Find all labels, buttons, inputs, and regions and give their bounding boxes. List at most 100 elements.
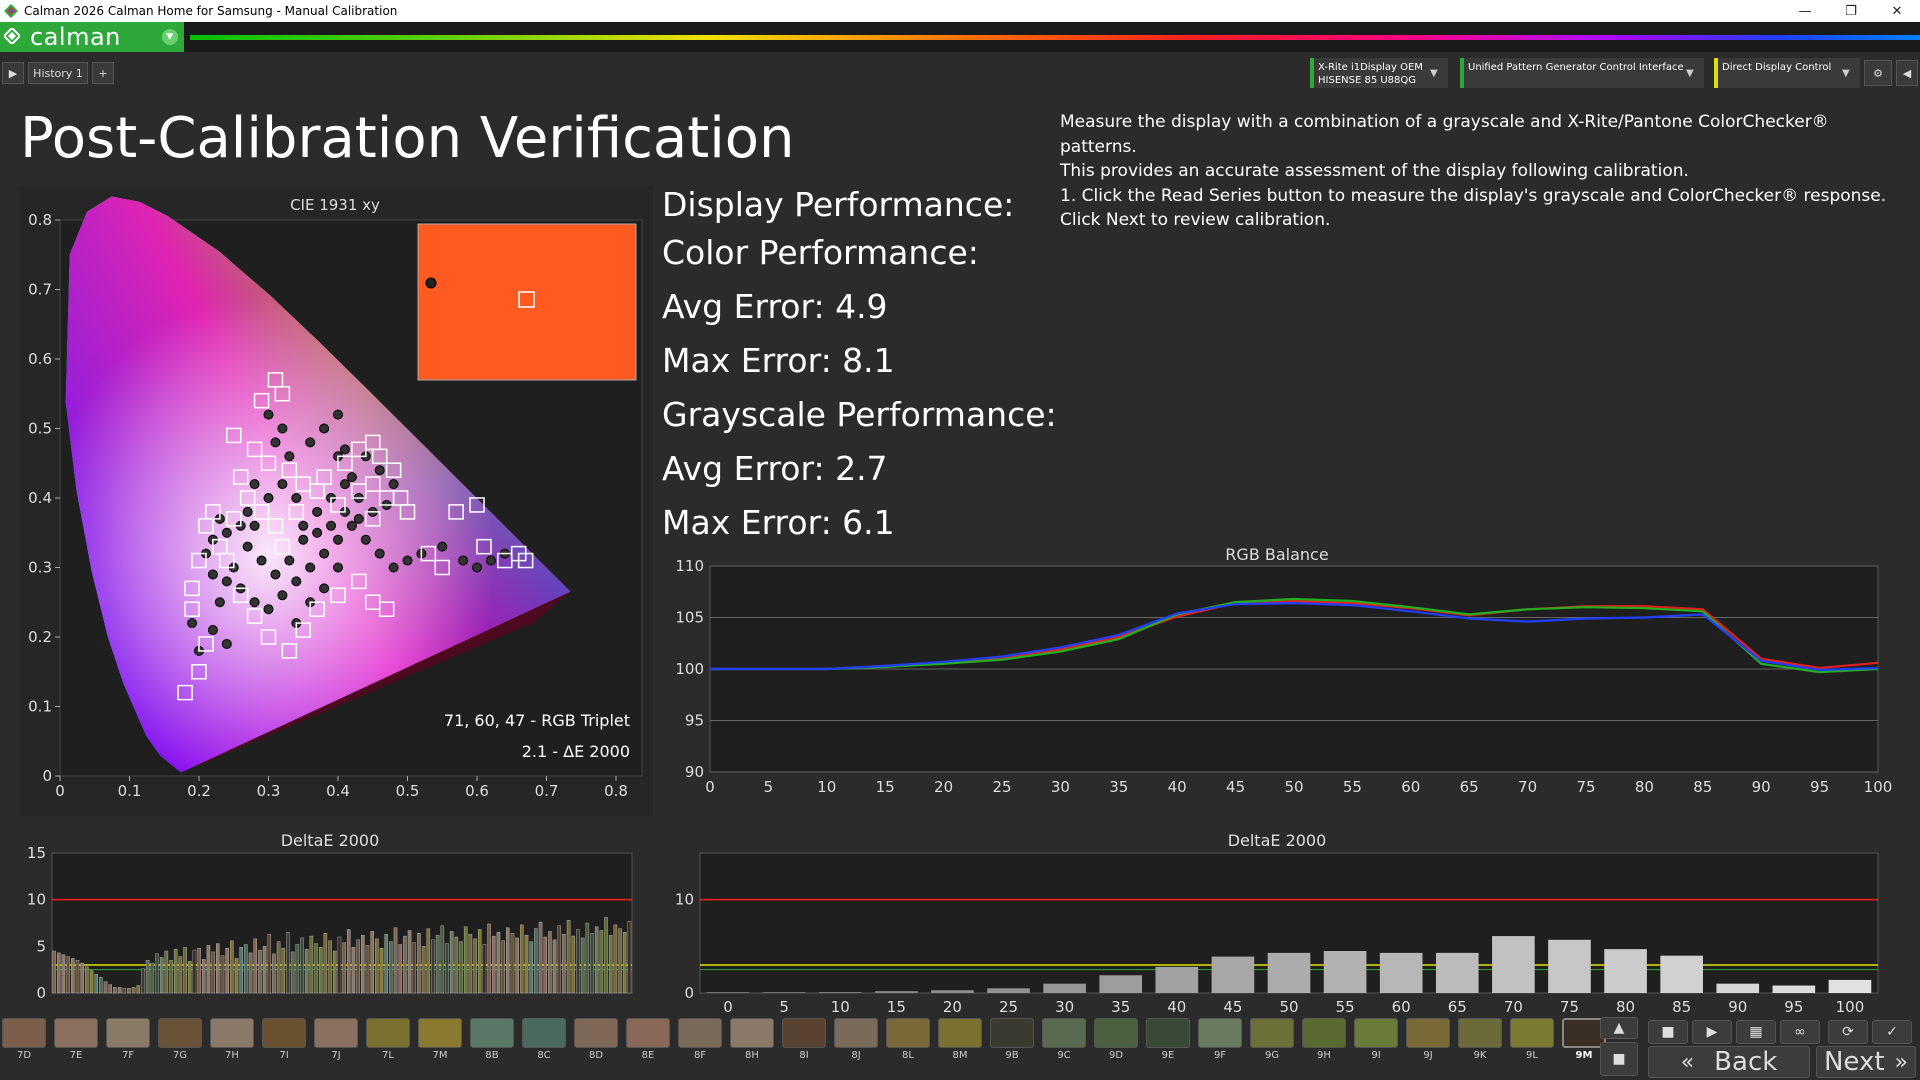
color-delta-bar — [576, 929, 580, 994]
rgb-x-tick-label: 75 — [1576, 778, 1595, 796]
patch-swatch[interactable] — [886, 1018, 930, 1048]
stop-icon[interactable]: ■ — [1648, 1020, 1688, 1044]
color-delta-bar — [328, 940, 332, 994]
page-title: Post-Calibration Verification — [20, 106, 795, 171]
next-button[interactable]: Next » — [1816, 1046, 1916, 1078]
patch-swatch[interactable] — [938, 1018, 982, 1048]
patch-swatch[interactable] — [730, 1018, 774, 1048]
gray-x-tick-label: 45 — [1223, 998, 1242, 1013]
display-control-name: Direct Display Control — [1722, 62, 1832, 73]
display-control-selector[interactable]: Direct Display Control ▼ — [1714, 58, 1860, 88]
patch-swatch[interactable] — [1198, 1018, 1242, 1048]
next-arrow-icon: » — [1894, 1049, 1909, 1075]
color-y-tick-label: 10 — [27, 891, 46, 909]
cie-chart-title: CIE 1931 xy — [290, 196, 380, 214]
patch-swatch[interactable] — [1146, 1018, 1190, 1048]
patch-swatch[interactable] — [1406, 1018, 1450, 1048]
patch-swatch[interactable] — [106, 1018, 150, 1048]
measured-point — [305, 562, 316, 573]
y-tick-label: 0 — [42, 767, 52, 785]
back-button[interactable]: « Back — [1648, 1046, 1810, 1078]
measured-point — [214, 597, 225, 608]
color-delta-bar — [398, 944, 403, 994]
color-delta-bar — [216, 943, 220, 994]
patch-swatch[interactable] — [418, 1018, 462, 1048]
add-tab-button[interactable]: + — [92, 62, 114, 84]
measured-point — [333, 562, 343, 573]
patch-swatch[interactable] — [262, 1018, 306, 1048]
pattern-generator-selector[interactable]: Unified Pattern Generator Control Interf… — [1460, 58, 1704, 88]
delta-e-label: 2.1 - ΔE 2000 — [522, 742, 630, 761]
x-tick-label: 0.2 — [187, 782, 211, 800]
patch-swatch[interactable] — [834, 1018, 878, 1048]
patch-swatch[interactable] — [366, 1018, 410, 1048]
collapse-panel-icon[interactable]: ◀ — [1896, 60, 1918, 86]
color-delta-bar — [61, 954, 66, 994]
color-delta-bar — [599, 930, 604, 994]
color-delta-bar — [346, 929, 351, 994]
patch-swatch[interactable] — [1042, 1018, 1086, 1048]
gray-avg-error: Avg Error: 2.7 — [662, 449, 888, 488]
scroll-up-icon[interactable]: ▲ — [1600, 1017, 1638, 1039]
stop-measure-button[interactable]: ■ — [1600, 1042, 1638, 1076]
patch-label: 9D — [1108, 1050, 1124, 1061]
patch-swatch[interactable] — [626, 1018, 670, 1048]
patch-swatch[interactable] — [54, 1018, 98, 1048]
patch-swatch[interactable] — [1510, 1018, 1554, 1048]
patch-label: 9B — [1005, 1050, 1019, 1061]
measured-point — [284, 451, 295, 462]
checkmark-icon[interactable]: ✓ — [1872, 1020, 1912, 1044]
patch-swatch[interactable] — [314, 1018, 358, 1048]
gray-x-tick-label: 70 — [1504, 998, 1523, 1013]
color-delta-bar — [491, 935, 496, 994]
restore-button[interactable]: ❐ — [1828, 0, 1874, 22]
color-delta-bar — [552, 939, 557, 994]
measured-point — [277, 479, 288, 490]
color-avg-error: Avg Error: 4.9 — [662, 287, 888, 326]
refresh-icon[interactable]: ⟳ — [1828, 1020, 1868, 1044]
rgb-triplet-label: 71, 60, 47 - RGB Triplet — [444, 711, 630, 730]
measured-point — [437, 541, 448, 552]
patch-swatch[interactable] — [470, 1018, 514, 1048]
minimize-button[interactable]: — — [1782, 0, 1828, 22]
color-delta-bar — [94, 974, 98, 994]
meter-device-selector[interactable]: X-Rite i1Display OEM HISENSE 85 U88QG ▼ — [1310, 58, 1448, 88]
patch-swatch[interactable] — [990, 1018, 1034, 1048]
patch-swatch[interactable] — [522, 1018, 566, 1048]
patch-swatch[interactable] — [1094, 1018, 1138, 1048]
patch-swatch[interactable] — [1458, 1018, 1502, 1048]
x-tick-label: 0.4 — [326, 782, 350, 800]
patch-swatch[interactable] — [210, 1018, 254, 1048]
play-icon[interactable]: ▶ — [2, 62, 24, 84]
tab-history-1[interactable]: History 1 — [28, 62, 88, 84]
color-delta-bar — [234, 958, 239, 994]
y-tick-label: 0.8 — [28, 211, 52, 229]
patch-swatch[interactable] — [1302, 1018, 1346, 1048]
measured-point — [319, 423, 330, 434]
chevron-down-icon[interactable]: ▼ — [162, 29, 178, 45]
patch-swatch[interactable] — [1250, 1018, 1294, 1048]
color-delta-bar — [113, 987, 117, 994]
rgb-x-tick-label: 85 — [1693, 778, 1712, 796]
calman-logo-menu[interactable]: calman ▼ — [0, 22, 184, 52]
play-icon[interactable]: ▶ — [1692, 1020, 1732, 1044]
pattern-generator-name: Unified Pattern Generator Control Interf… — [1468, 62, 1684, 73]
patch-swatch[interactable] — [1354, 1018, 1398, 1048]
patch-swatch[interactable] — [678, 1018, 722, 1048]
gear-icon[interactable]: ⚙ — [1864, 60, 1892, 86]
gray-x-tick-label: 100 — [1836, 998, 1865, 1013]
gray-x-tick-label: 0 — [723, 998, 733, 1013]
read-series-icon[interactable]: ▦ — [1736, 1020, 1776, 1044]
color-delta-bar — [300, 937, 304, 994]
measured-point — [333, 409, 343, 420]
loop-icon[interactable]: ∞ — [1780, 1020, 1820, 1044]
close-button[interactable]: ✕ — [1874, 0, 1920, 22]
rgb-y-tick-label: 110 — [675, 557, 704, 575]
color-delta-bar — [258, 949, 262, 994]
chevron-down-icon: ▼ — [1686, 68, 1694, 79]
color-delta-bar — [627, 920, 632, 994]
patch-swatch[interactable] — [782, 1018, 826, 1048]
patch-swatch[interactable] — [574, 1018, 618, 1048]
patch-swatch[interactable] — [158, 1018, 202, 1048]
patch-swatch[interactable] — [2, 1018, 46, 1048]
